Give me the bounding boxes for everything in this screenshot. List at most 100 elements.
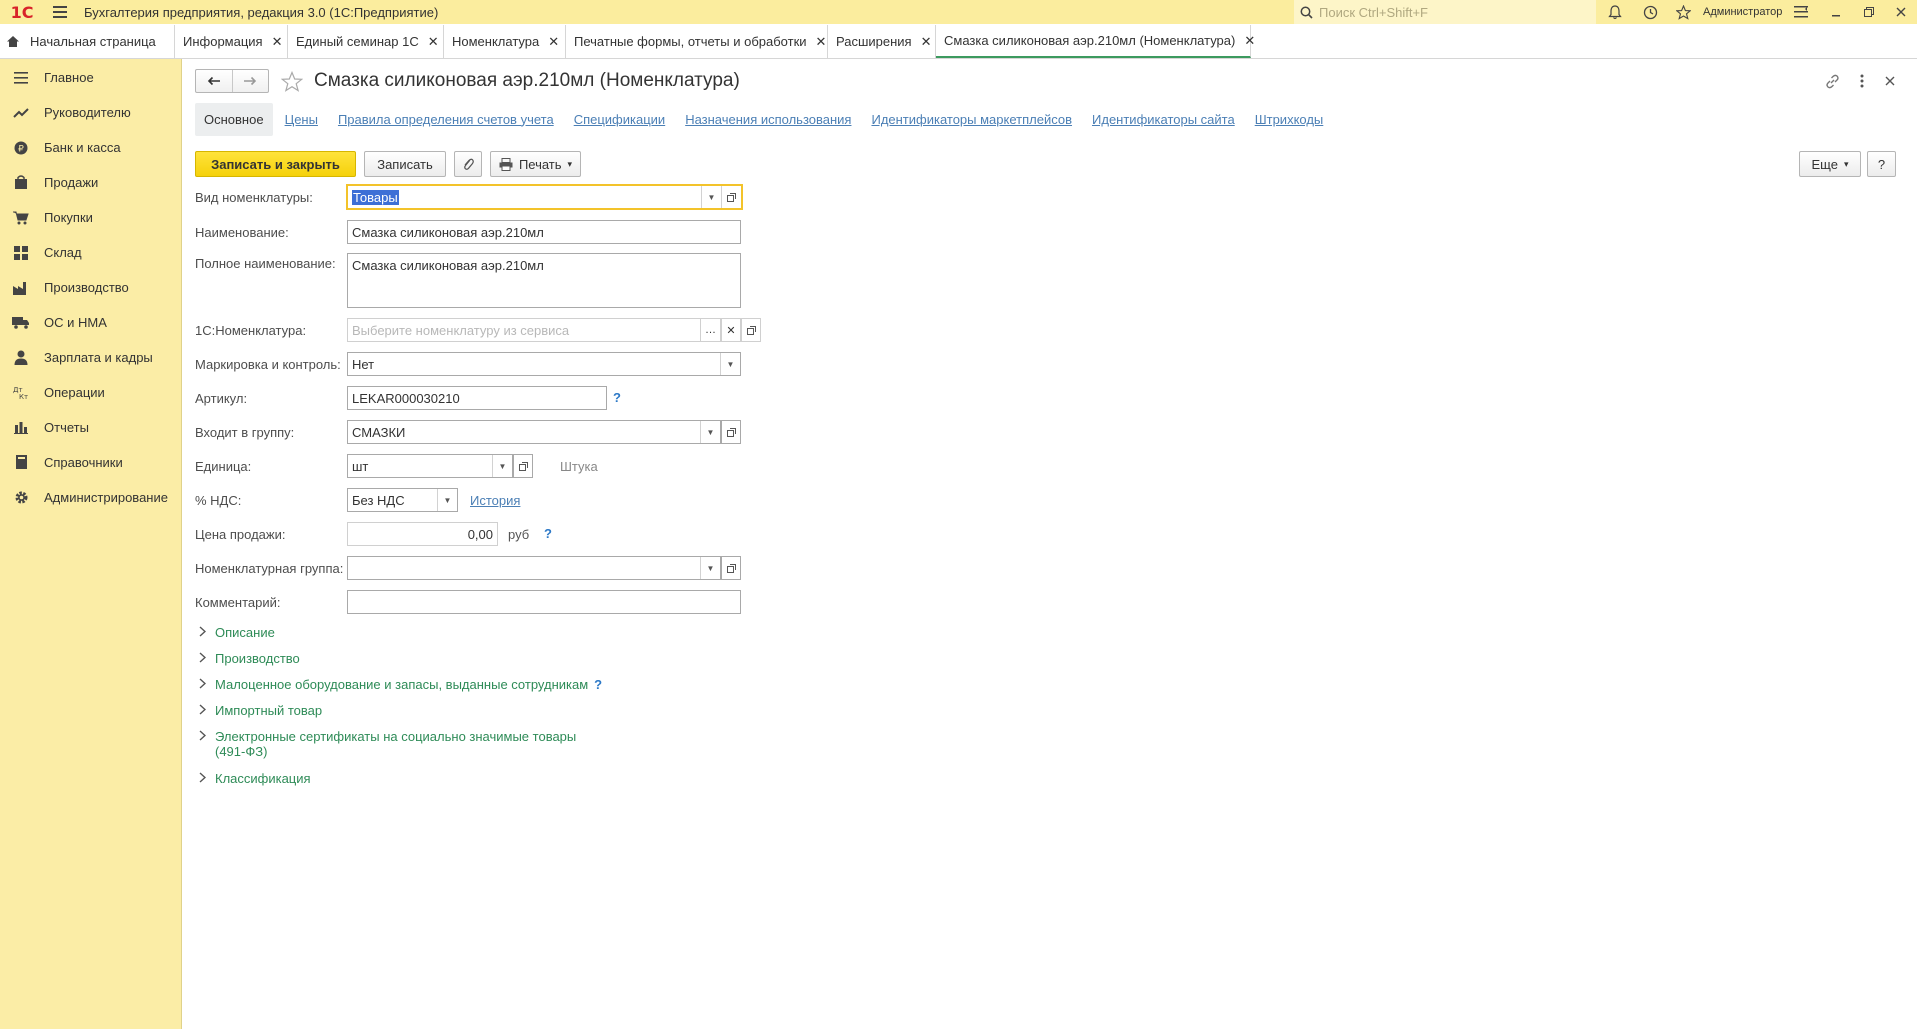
main-menu-icon[interactable] [48, 0, 72, 24]
marking-field[interactable]: Нет ▼ [347, 352, 741, 376]
link-icon[interactable] [1821, 70, 1843, 92]
printer-icon [499, 157, 513, 171]
clear-icon[interactable]: ✕ [721, 318, 741, 342]
tab-current-item[interactable]: Смазка силиконовая аэр.210мл (Номенклату… [936, 25, 1255, 58]
name-field[interactable]: Смазка силиконовая аэр.210мл [347, 220, 741, 244]
kind-field[interactable]: Товары ▼ [346, 184, 743, 210]
sidebar-item-reports[interactable]: Отчеты [0, 410, 182, 445]
save-and-close-button[interactable]: Записать и закрыть [195, 151, 356, 177]
tab-information[interactable]: Информация ✕ [175, 25, 288, 58]
subtab-barcodes[interactable]: Штрихкоды [1255, 112, 1324, 127]
article-field[interactable]: LEKAR000030210 [347, 386, 607, 410]
close-icon[interactable]: ✕ [1244, 33, 1255, 49]
select-ellipsis-button[interactable]: … [701, 318, 721, 342]
sidebar-item-assets[interactable]: ОС и НМА [0, 305, 182, 340]
marking-value: Нет [352, 356, 375, 372]
tab-home[interactable]: Начальная страница [0, 25, 175, 58]
minimize-icon[interactable] [1822, 0, 1850, 24]
chevron-down-icon[interactable]: ▼ [701, 186, 721, 208]
sidebar-item-bank[interactable]: ₽ Банк и касса [0, 130, 182, 165]
group-imported[interactable]: Импортный товар [195, 703, 322, 718]
vat-history-link[interactable]: История [470, 493, 520, 508]
tab-extensions[interactable]: Расширения ✕ [828, 25, 936, 58]
price-field[interactable]: 0,00 [347, 522, 498, 546]
onec-nom-placeholder: Выберите номенклатуру из сервиса [352, 322, 570, 338]
chevron-down-icon[interactable]: ▼ [700, 421, 720, 443]
price-label: Цена продажи: [195, 527, 286, 542]
group-certificates[interactable]: Электронные сертификаты на социально зна… [195, 729, 576, 759]
forward-button[interactable] [233, 70, 269, 92]
close-icon[interactable]: ✕ [428, 34, 439, 50]
settings-menu-icon[interactable] [1787, 0, 1815, 24]
sidebar-item-catalogs[interactable]: Справочники [0, 445, 182, 480]
chevron-down-icon[interactable]: ▼ [720, 353, 740, 375]
sidebar-item-operations[interactable]: Дт Кт Операции [0, 375, 182, 410]
open-icon[interactable] [721, 420, 741, 444]
nom-group-field[interactable]: ▼ [347, 556, 721, 580]
subtab-account-rules[interactable]: Правила определения счетов учета [338, 112, 554, 127]
global-search-input[interactable]: Поиск Ctrl+Shift+F [1294, 0, 1596, 24]
chevron-down-icon[interactable]: ▼ [492, 455, 512, 477]
bell-icon[interactable] [1601, 0, 1629, 24]
history-icon[interactable] [1636, 0, 1664, 24]
vat-field[interactable]: Без НДС ▼ [347, 488, 458, 512]
open-icon[interactable] [721, 556, 741, 580]
sidebar-item-sales[interactable]: Продажи [0, 165, 182, 200]
open-icon[interactable] [721, 186, 741, 208]
full-name-value: Смазка силиконовая аэр.210мл [352, 258, 544, 273]
chevron-down-icon[interactable]: ▼ [437, 489, 457, 511]
sidebar-item-main[interactable]: Главное [0, 60, 182, 95]
subtab-main[interactable]: Основное [195, 102, 273, 136]
group-production[interactable]: Производство [195, 651, 300, 666]
close-window-icon[interactable] [1887, 0, 1915, 24]
group-classification[interactable]: Классификация [195, 771, 311, 786]
sidebar-item-warehouse[interactable]: Склад [0, 235, 182, 270]
subtab-specifications[interactable]: Спецификации [574, 112, 666, 127]
sidebar-item-purchases[interactable]: Покупки [0, 200, 182, 235]
subtab-site-ids[interactable]: Идентификаторы сайта [1092, 112, 1235, 127]
tab-seminar[interactable]: Единый семинар 1С ✕ [288, 25, 444, 58]
group-description[interactable]: Описание [195, 625, 275, 640]
chevron-right-icon [195, 730, 209, 741]
close-icon[interactable]: ✕ [272, 34, 283, 50]
sidebar-item-production[interactable]: Производство [0, 270, 182, 305]
close-form-icon[interactable] [1879, 70, 1901, 92]
close-icon[interactable]: ✕ [921, 34, 932, 50]
unit-field[interactable]: шт ▼ [347, 454, 513, 478]
open-icon[interactable] [513, 454, 533, 478]
close-icon[interactable]: ✕ [548, 34, 559, 50]
tab-label: Единый семинар 1С [296, 34, 419, 49]
sidebar-item-manager[interactable]: Руководителю [0, 95, 182, 130]
help-button[interactable]: ? [1867, 151, 1896, 177]
current-user[interactable]: Администратор [1703, 0, 1782, 24]
person-icon [12, 349, 30, 367]
subtab-usage[interactable]: Назначения использования [685, 112, 851, 127]
sidebar-item-salary[interactable]: Зарплата и кадры [0, 340, 182, 375]
more-vertical-icon[interactable] [1851, 70, 1873, 92]
print-button[interactable]: Печать ▾ [490, 151, 581, 177]
back-button[interactable] [196, 70, 233, 92]
save-button[interactable]: Записать [364, 151, 446, 177]
price-help-icon[interactable]: ? [544, 526, 552, 541]
favorite-star-icon[interactable] [279, 68, 305, 94]
group-low-value-equipment[interactable]: Малоценное оборудование и запасы, выданн… [195, 677, 602, 692]
open-icon[interactable] [741, 318, 761, 342]
tab-nomenclature[interactable]: Номенклатура ✕ [444, 25, 566, 58]
comment-field[interactable] [347, 590, 741, 614]
group-field[interactable]: СМАЗКИ ▼ [347, 420, 721, 444]
tab-print-forms[interactable]: Печатные формы, отчеты и обработки ✕ [566, 25, 828, 58]
article-help-icon[interactable]: ? [613, 390, 621, 405]
more-button[interactable]: Еще ▾ [1799, 151, 1861, 177]
help-icon[interactable]: ? [594, 677, 602, 692]
sidebar-item-admin[interactable]: Администрирование [0, 480, 182, 515]
onec-nom-field[interactable]: Выберите номенклатуру из сервиса [347, 318, 701, 342]
subtab-prices[interactable]: Цены [285, 112, 318, 127]
favorites-star-icon[interactable] [1669, 0, 1697, 24]
close-icon[interactable]: ✕ [816, 34, 827, 50]
subtab-marketplace-ids[interactable]: Идентификаторы маркетплейсов [871, 112, 1072, 127]
full-name-field[interactable]: Смазка силиконовая аэр.210мл [347, 253, 741, 308]
attach-button[interactable] [454, 151, 482, 177]
restore-window-icon[interactable] [1855, 0, 1883, 24]
chevron-down-icon[interactable]: ▼ [700, 557, 720, 579]
truck-icon [12, 314, 30, 332]
